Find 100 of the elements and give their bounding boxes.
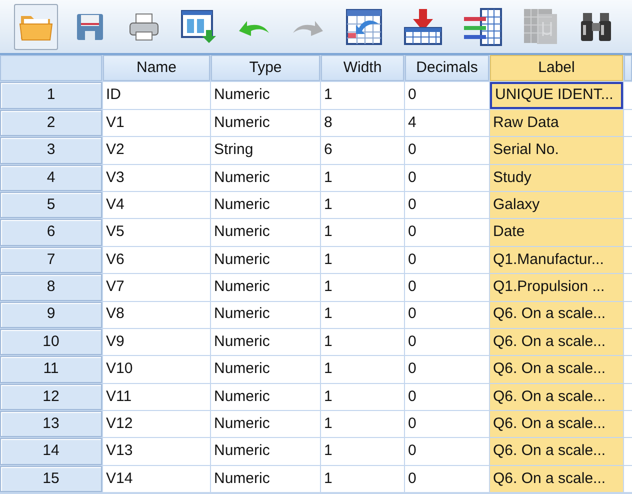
table-cell: 0 <box>405 466 489 492</box>
row-header[interactable]: 13 <box>0 411 102 438</box>
column-header[interactable]: Decimals <box>405 55 489 82</box>
table-cell: Q6. On a scale... <box>490 302 623 328</box>
column-header[interactable]: Label <box>490 55 623 82</box>
column-header[interactable]: Width <box>321 55 404 82</box>
table-cell: V3 <box>103 164 210 191</box>
table-cell: Numeric <box>211 274 320 301</box>
table-bars-icon <box>463 8 503 46</box>
table-cell: 1 <box>321 466 404 492</box>
table-cell: 0 <box>405 356 489 383</box>
table-cell: 0 <box>405 164 489 191</box>
table-cell: Serial No. <box>490 137 623 164</box>
table-cell: 0 <box>405 411 489 438</box>
table-cell: 1 <box>321 219 404 246</box>
table-cell: Numeric <box>211 219 320 246</box>
table-cell: Study <box>490 164 623 191</box>
table-cell: Numeric <box>211 438 320 465</box>
table-cell: Galaxy <box>490 192 623 218</box>
table-cell: Date <box>490 219 623 246</box>
table-cell: Q1.Manufactur... <box>490 246 623 274</box>
table-cell: V5 <box>103 219 210 246</box>
row-header[interactable]: 6 <box>0 219 102 246</box>
table-cell: 0 <box>405 192 489 218</box>
row-header[interactable]: 7 <box>0 246 102 274</box>
row-header[interactable]: 9 <box>0 302 102 328</box>
table-cell: V7 <box>103 274 210 301</box>
table-cell: V9 <box>103 328 210 356</box>
table-cell: V4 <box>103 192 210 218</box>
table-cell: 0 <box>405 274 489 301</box>
table-cell: Numeric <box>211 411 320 438</box>
printer-icon <box>128 12 160 42</box>
table-cell: 0 <box>405 82 489 109</box>
table-cell: Numeric <box>211 192 320 218</box>
row-header[interactable]: 5 <box>0 192 102 218</box>
table-cell: Q6. On a scale... <box>490 438 623 465</box>
grid-mu-icon <box>523 8 559 46</box>
table-cell: 1 <box>321 356 404 383</box>
column-header[interactable]: Name <box>103 55 210 82</box>
table-cell: Q6. On a scale... <box>490 384 623 410</box>
table-cell: Q6. On a scale... <box>490 411 623 438</box>
window-arrow-icon <box>181 10 217 44</box>
table-cell: 0 <box>405 219 489 246</box>
table-cell: Numeric <box>211 246 320 274</box>
table-cell: Numeric <box>211 328 320 356</box>
table-cell: V1 <box>103 110 210 136</box>
table-cell: Q6. On a scale... <box>490 328 623 356</box>
table-cell: 1 <box>321 438 404 465</box>
table-cell: 0 <box>405 246 489 274</box>
table-cell: 1 <box>321 411 404 438</box>
table-cell: 0 <box>405 328 489 356</box>
table-cell: V6 <box>103 246 210 274</box>
column-header[interactable]: Type <box>211 55 320 82</box>
table-cell: 0 <box>405 384 489 410</box>
table-cell: 1 <box>321 384 404 410</box>
table-cell: Q6. On a scale... <box>490 466 623 492</box>
table-cell: 1 <box>321 246 404 274</box>
table-cell: Numeric <box>211 110 320 136</box>
row-header[interactable]: 4 <box>0 164 102 191</box>
table-cell: Numeric <box>211 466 320 492</box>
row-header[interactable]: 11 <box>0 356 102 383</box>
table-cell: Numeric <box>211 164 320 191</box>
table-down-arrow-icon <box>403 8 443 46</box>
row-header[interactable]: 1 <box>0 82 102 109</box>
table-cell: 0 <box>405 137 489 164</box>
row-header[interactable]: 8 <box>0 274 102 301</box>
table-cell: 1 <box>321 164 404 191</box>
table-cell: Raw Data <box>490 110 623 136</box>
table-cell: 1 <box>321 328 404 356</box>
table-cell: Q6. On a scale... <box>490 356 623 383</box>
binoculars-icon <box>579 10 613 42</box>
table-cell: 6 <box>321 137 404 164</box>
table-cell: V12 <box>103 411 210 438</box>
table-cell: 8 <box>321 110 404 136</box>
row-header[interactable]: 3 <box>0 137 102 164</box>
table-cell: V2 <box>103 137 210 164</box>
table-cell: V11 <box>103 384 210 410</box>
table-cell: Numeric <box>211 302 320 328</box>
table-cell: V14 <box>103 466 210 492</box>
table-cell: 1 <box>321 192 404 218</box>
table-cell: V13 <box>103 438 210 465</box>
row-header[interactable]: 15 <box>0 466 102 492</box>
table-cell: Numeric <box>211 356 320 383</box>
table-cell: V10 <box>103 356 210 383</box>
table-cell: String <box>211 137 320 164</box>
table-cell: 0 <box>405 438 489 465</box>
table-cell: 4 <box>405 110 489 136</box>
table-cell: 1 <box>321 302 404 328</box>
table-cell: UNIQUE IDENT... <box>490 82 623 109</box>
row-header[interactable]: 10 <box>0 328 102 356</box>
table-cell: 1 <box>321 274 404 301</box>
row-header[interactable]: 14 <box>0 438 102 465</box>
table-cell: 0 <box>405 302 489 328</box>
row-header[interactable]: 12 <box>0 384 102 410</box>
table-cell: ID <box>103 82 210 109</box>
table-cell: Numeric <box>211 384 320 410</box>
table-cell: 1 <box>321 82 404 109</box>
row-header[interactable]: 2 <box>0 110 102 136</box>
table-cell: V8 <box>103 302 210 328</box>
table-cell: Q1.Propulsion ... <box>490 274 623 301</box>
